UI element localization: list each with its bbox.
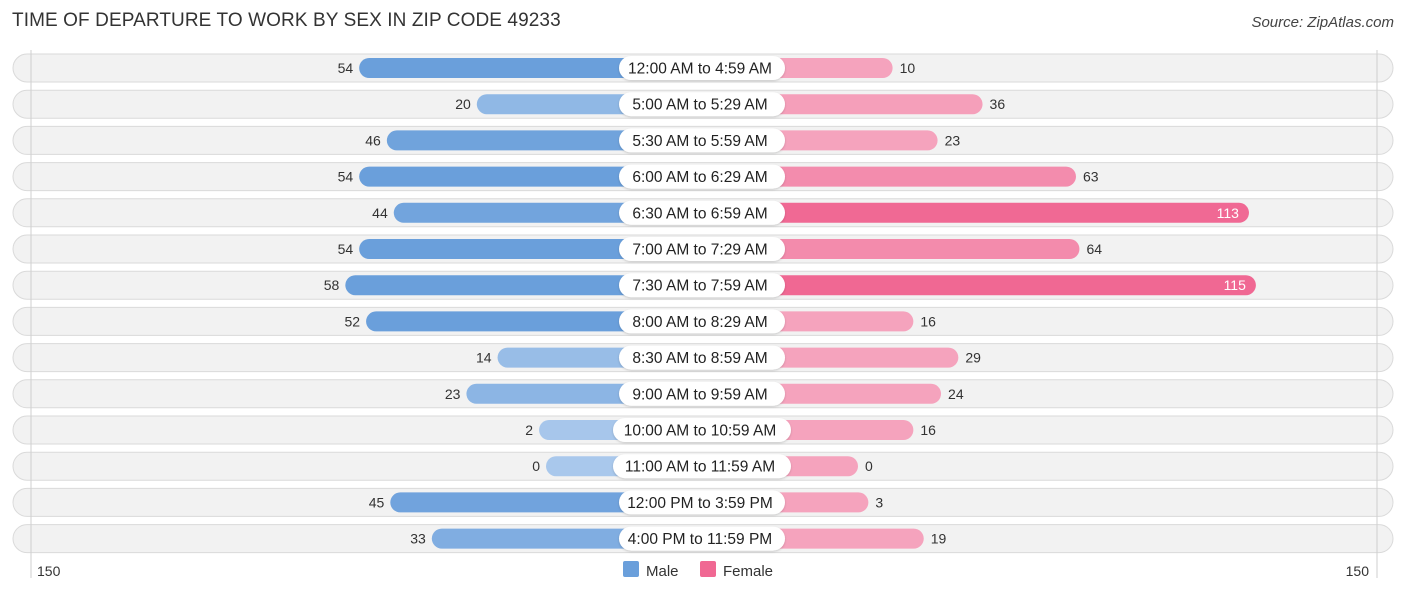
- table-row: 20 36 5:00 AM to 5:29 AM: [12, 89, 1394, 119]
- male-value-label: 58: [324, 277, 340, 293]
- female-value-label: 29: [965, 350, 981, 366]
- female-value-label: 16: [920, 313, 936, 329]
- male-value-label: 54: [338, 60, 354, 76]
- category-label: 5:30 AM to 5:59 AM: [632, 133, 767, 150]
- female-value-label: 3: [875, 494, 883, 510]
- category-label: 6:30 AM to 6:59 AM: [632, 205, 767, 222]
- category-label: 12:00 PM to 3:59 PM: [627, 495, 773, 512]
- male-value-label: 0: [532, 458, 540, 474]
- female-value-label: 113: [1217, 205, 1240, 221]
- legend-male-swatch: [623, 561, 639, 577]
- female-value-label: 19: [931, 531, 947, 547]
- female-value-label: 10: [900, 60, 916, 76]
- table-row: 14 29 8:30 AM to 8:59 AM: [12, 343, 1394, 373]
- axis-left-label: 150: [37, 563, 61, 579]
- table-row: 44 113 6:30 AM to 6:59 AM: [12, 198, 1394, 228]
- category-label: 4:00 PM to 11:59 PM: [628, 531, 772, 548]
- category-label: 9:00 AM to 9:59 AM: [632, 386, 767, 403]
- category-label: 7:30 AM to 7:59 AM: [632, 278, 767, 295]
- female-value-label: 36: [990, 96, 1006, 112]
- male-value-label: 46: [365, 132, 381, 148]
- table-row: 54 64 7:00 AM to 7:29 AM: [12, 234, 1394, 264]
- category-label: 7:00 AM to 7:29 AM: [632, 242, 767, 259]
- male-value-label: 44: [372, 205, 388, 221]
- chart: 54 1012:00 AM to 4:59 AM20 365:00 AM to 5:…: [12, 50, 1394, 580]
- male-value-label: 52: [345, 313, 361, 329]
- axis-right-label: 150: [1346, 563, 1370, 579]
- table-row: 0 0 11:00 AM to 11:59 AM: [12, 451, 1394, 481]
- male-value-label: 54: [338, 241, 354, 257]
- female-value-label: 24: [948, 386, 964, 402]
- category-label: 10:00 AM to 10:59 AM: [624, 423, 777, 440]
- category-label: 11:00 AM to 11:59 AM: [625, 459, 775, 476]
- male-value-label: 33: [410, 531, 426, 547]
- female-value-label: 16: [920, 422, 936, 438]
- category-label: 12:00 AM to 4:59 AM: [628, 61, 772, 78]
- female-value-label: 63: [1083, 169, 1099, 185]
- table-row: 33 19 4:00 PM to 11:59 PM: [12, 524, 1394, 554]
- female-value-label: 64: [1086, 241, 1102, 257]
- male-value-label: 23: [445, 386, 461, 402]
- female-value-label: 23: [945, 132, 961, 148]
- category-label: 8:00 AM to 8:29 AM: [632, 314, 767, 331]
- legend-male-label: Male: [646, 563, 679, 580]
- table-row: 23 24 9:00 AM to 9:59 AM: [12, 379, 1394, 409]
- male-value-label: 2: [525, 422, 533, 438]
- table-row: 46 23 5:30 AM to 5:59 AM: [12, 125, 1394, 155]
- female-bar: [702, 275, 1256, 296]
- table-row: 54 63 6:00 AM to 6:29 AM: [12, 162, 1394, 192]
- female-value-label: 115: [1224, 277, 1247, 293]
- male-value-label: 54: [338, 169, 354, 185]
- legend-female-label: Female: [723, 563, 773, 580]
- legend: Male Female: [623, 561, 773, 580]
- table-row: 45 3 12:00 PM to 3:59 PM: [12, 487, 1394, 517]
- category-label: 8:30 AM to 8:59 AM: [632, 350, 767, 367]
- table-row: 58 115 7:30 AM to 7:59 AM: [12, 270, 1394, 300]
- category-label: 5:00 AM to 5:29 AM: [632, 97, 767, 114]
- table-row: 2 16 10:00 AM to 10:59 AM: [12, 415, 1394, 445]
- male-value-label: 14: [476, 350, 492, 366]
- male-value-label: 20: [455, 96, 471, 112]
- male-value-label: 45: [369, 494, 385, 510]
- table-row: 54 10 12:00 AM to 4:59 AM: [12, 53, 1394, 83]
- female-value-label: 0: [865, 458, 873, 474]
- table-row: 52 16 8:00 AM to 8:29 AM: [12, 306, 1394, 336]
- category-label: 6:00 AM to 6:29 AM: [632, 169, 767, 186]
- legend-female-swatch: [700, 561, 716, 577]
